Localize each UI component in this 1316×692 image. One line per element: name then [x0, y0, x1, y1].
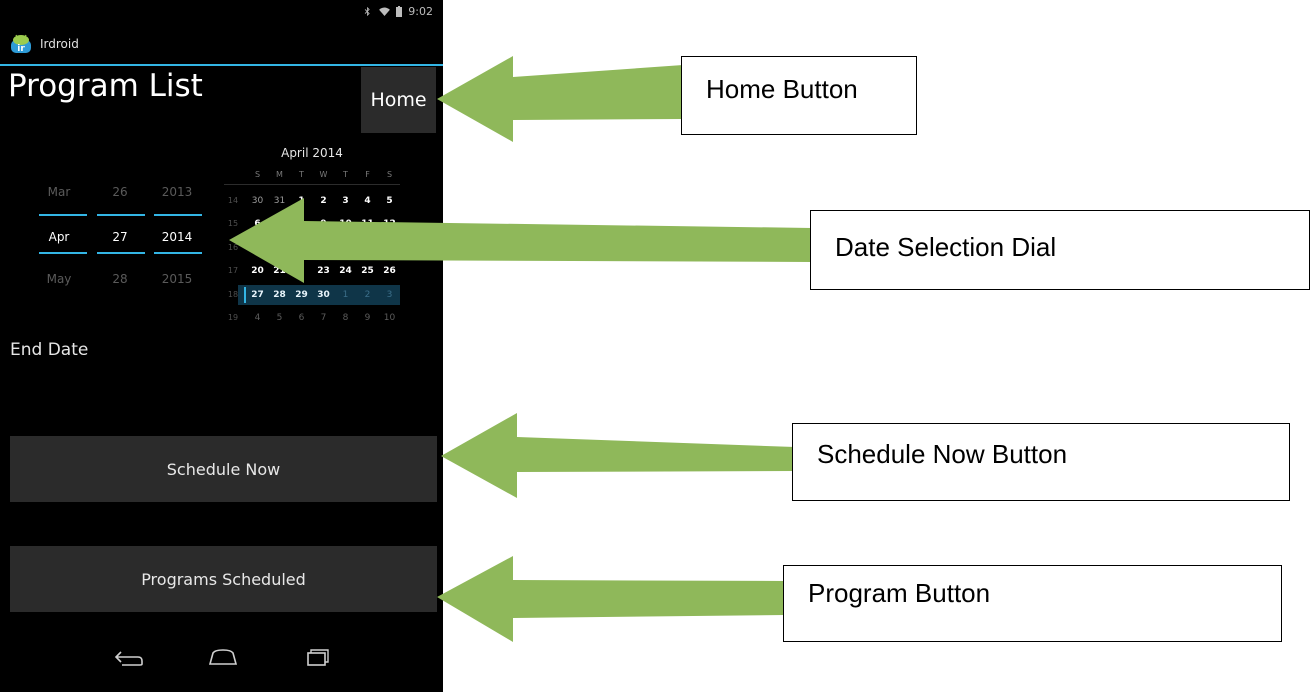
arrow-to-schedule-now [441, 413, 795, 498]
schedule-now-callout-text: Schedule Now Button [817, 439, 1068, 469]
date-dial-callout: Date Selection Dial [810, 210, 1310, 290]
program-button-callout-text: Program Button [808, 578, 991, 608]
arrow-to-home-button [437, 56, 683, 142]
home-button-callout-text: Home Button [706, 74, 858, 104]
home-button-callout: Home Button [681, 56, 917, 135]
arrow-to-program-button [437, 556, 785, 642]
program-button-callout: Program Button [783, 565, 1282, 642]
schedule-now-callout: Schedule Now Button [792, 423, 1290, 501]
arrow-to-date-dial [229, 198, 812, 283]
date-dial-callout-text: Date Selection Dial [835, 232, 1057, 262]
